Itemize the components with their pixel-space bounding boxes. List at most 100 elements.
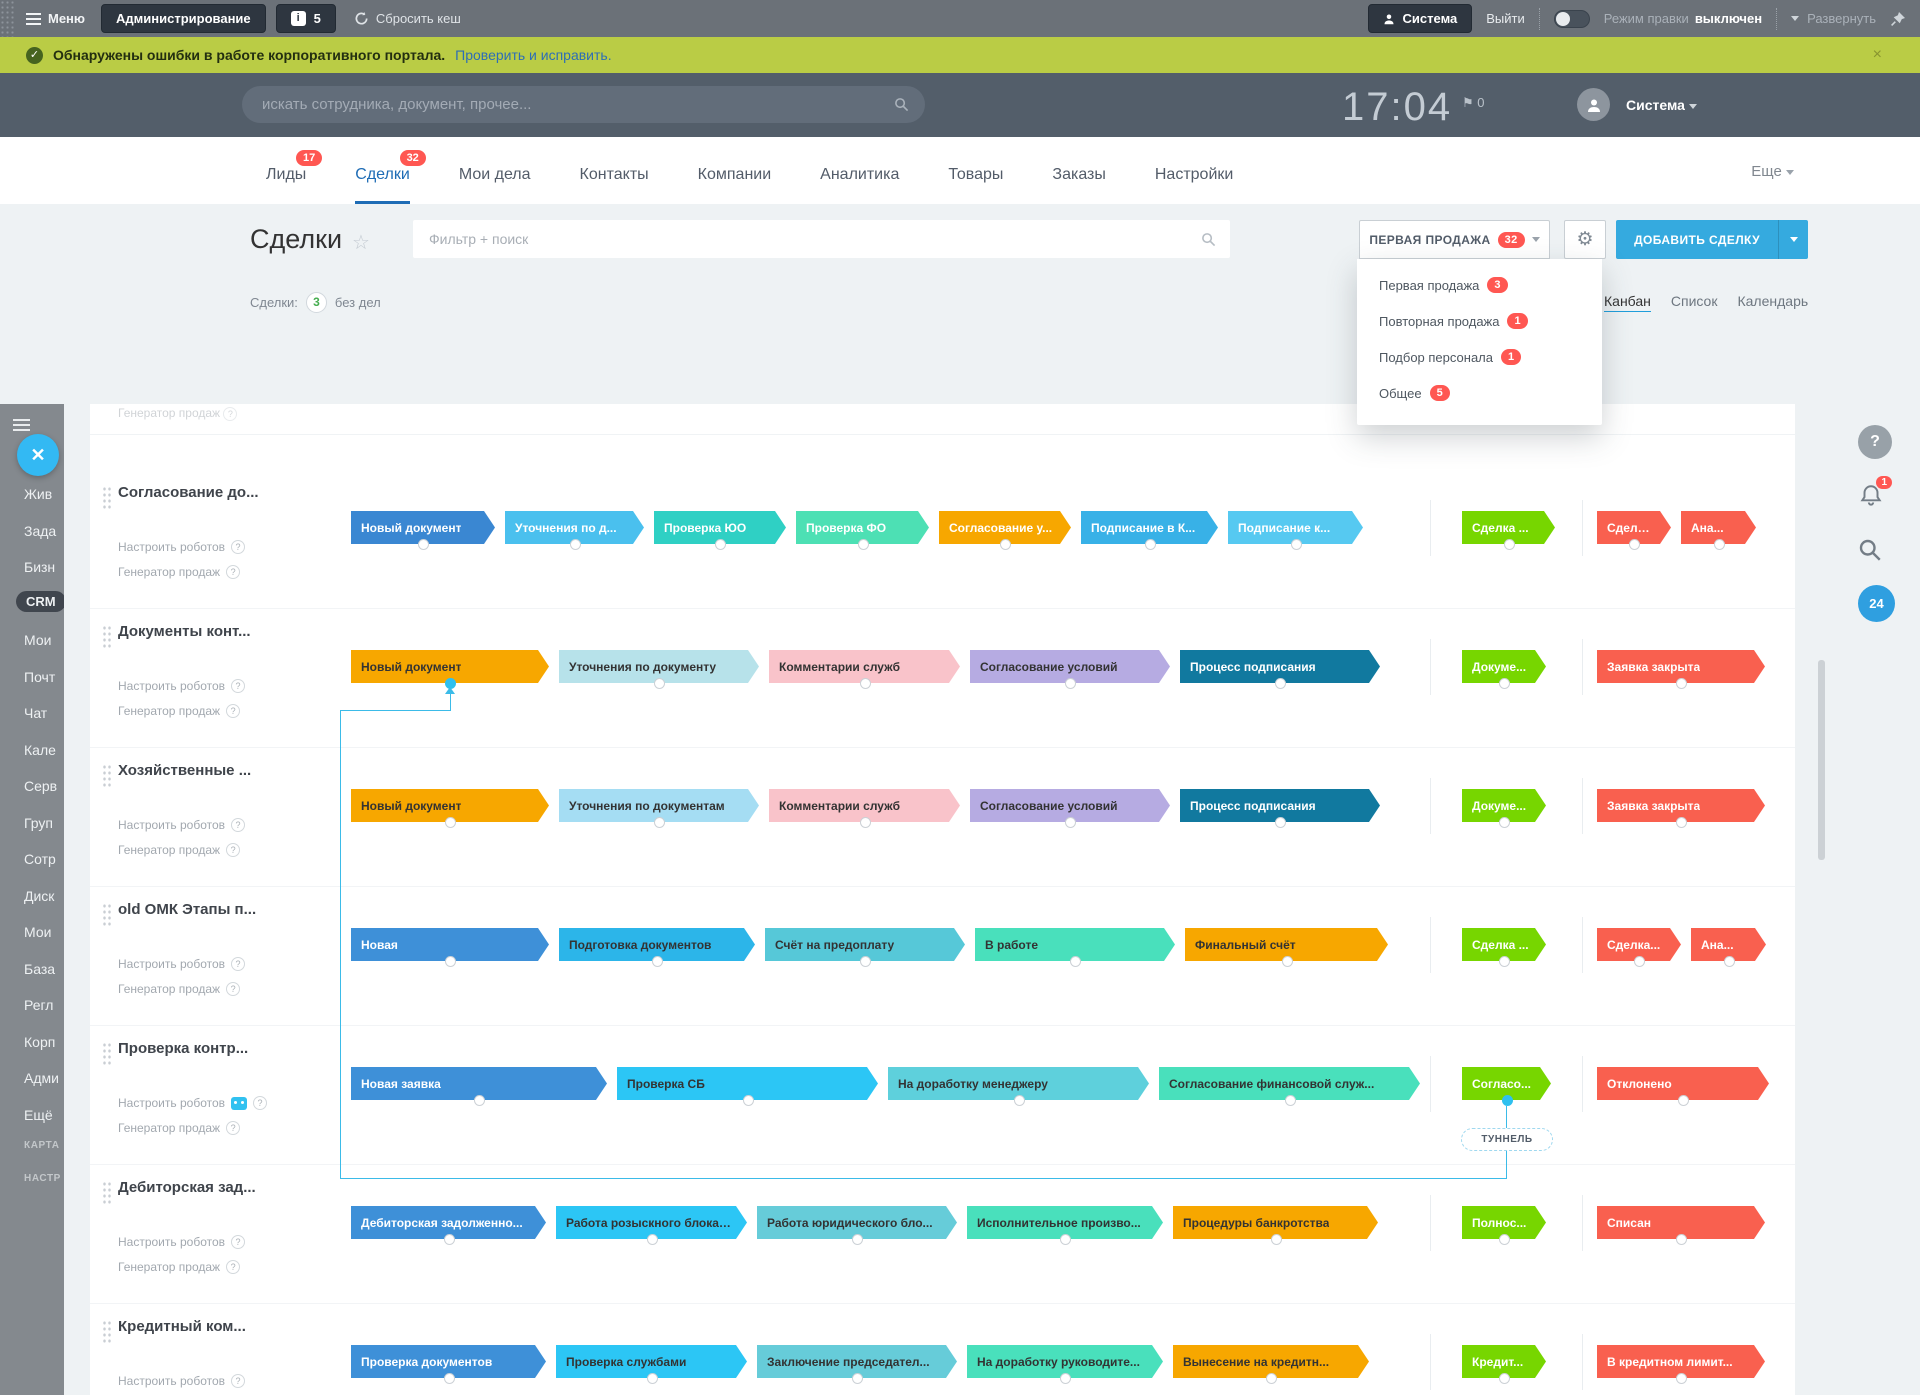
stage-chip[interactable]: Уточнения по документу	[559, 650, 759, 683]
stage-chip[interactable]: В работе	[975, 928, 1175, 961]
stage-handle[interactable]	[1060, 1373, 1071, 1384]
sidebar-footer-НАСТР[interactable]: НАСТР	[24, 1173, 61, 1184]
stage-chip[interactable]: Счёт на предоплату	[765, 928, 965, 961]
drag-handle-icon[interactable]	[102, 764, 111, 788]
vertical-scrollbar[interactable]	[1818, 660, 1825, 860]
stage-chip[interactable]: Проверка документов	[351, 1345, 546, 1378]
stage-chip[interactable]: Проверка ФО	[796, 511, 929, 544]
stage-handle[interactable]	[860, 956, 871, 967]
stage-handle[interactable]	[1014, 1095, 1025, 1106]
stage-chip[interactable]: Новый документ	[351, 511, 495, 544]
configure-robots-link[interactable]: Настроить роботов?	[118, 679, 245, 693]
stage-chip[interactable]: Новый документ	[351, 789, 549, 822]
stage-handle[interactable]	[570, 539, 581, 550]
stage-handle[interactable]	[647, 1373, 658, 1384]
stage-handle[interactable]	[1271, 1234, 1282, 1245]
question-badge[interactable]: ?	[226, 843, 240, 857]
tab-Товары[interactable]: Товары	[948, 166, 1003, 204]
pipeline-title[interactable]: Дебиторская зад...	[118, 1179, 256, 1196]
stage-chip[interactable]: Согласование у...	[939, 511, 1071, 544]
sidebar-item-Почт[interactable]: Почт	[24, 669, 55, 685]
stage-chip[interactable]: Подписание в К...	[1081, 511, 1218, 544]
sidebar-item-Бизн[interactable]: Бизн	[24, 559, 55, 575]
stage-chip[interactable]: Подписание к...	[1228, 511, 1363, 544]
stage-handle[interactable]	[1676, 1373, 1687, 1384]
stage-chip[interactable]: Ана...	[1681, 511, 1756, 544]
system-user-button[interactable]: Система	[1368, 4, 1473, 33]
sidebar-close-button[interactable]: ✕	[17, 434, 59, 476]
stage-handle[interactable]	[1275, 678, 1286, 689]
stage-handle[interactable]	[1504, 539, 1515, 550]
stage-chip[interactable]: Процесс подписания	[1180, 789, 1380, 822]
sidebar-item-Регл[interactable]: Регл	[24, 997, 53, 1013]
stage-chip[interactable]: Ана...	[1691, 928, 1766, 961]
sidebar-item-База[interactable]: База	[24, 961, 55, 977]
deals-counter-suffix[interactable]: без дел	[335, 295, 381, 310]
stage-chip[interactable]: Заявка закрыта	[1597, 650, 1765, 683]
deals-counter-badge[interactable]: 3	[306, 292, 327, 313]
configure-robots-link[interactable]: Настроить роботов?	[118, 818, 245, 832]
stage-handle[interactable]	[1634, 956, 1645, 967]
search-widget-button[interactable]	[1858, 538, 1882, 567]
sidebar-item-Серв[interactable]: Серв	[24, 778, 57, 794]
stage-handle[interactable]	[1714, 539, 1725, 550]
current-user-menu[interactable]: Система	[1626, 97, 1697, 113]
pipeline-title[interactable]: Кредитный ком...	[118, 1318, 246, 1335]
filter-search-input[interactable]	[429, 231, 1201, 247]
stage-handle[interactable]	[1065, 678, 1076, 689]
stage-chip[interactable]: Уточнения по д...	[505, 511, 644, 544]
stage-handle[interactable]	[1676, 1234, 1687, 1245]
stage-handle[interactable]	[852, 1373, 863, 1384]
stage-chip[interactable]: Согласование условий	[970, 650, 1170, 683]
view-Список[interactable]: Список	[1671, 293, 1718, 312]
star-icon[interactable]: ☆	[352, 230, 370, 255]
stage-handle[interactable]	[1499, 1373, 1510, 1384]
stage-handle[interactable]	[1285, 1095, 1296, 1106]
stage-chip[interactable]: Финальный счёт	[1185, 928, 1388, 961]
configure-robots-link[interactable]: Настроить роботов?	[118, 1235, 245, 1249]
filter-search[interactable]	[413, 220, 1230, 258]
configure-robots-link[interactable]: Настроить роботов?	[118, 957, 245, 971]
stage-handle[interactable]	[1065, 817, 1076, 828]
stage-handle[interactable]	[444, 1373, 455, 1384]
dropdown-item[interactable]: Первая продажа3	[1357, 267, 1602, 303]
pipeline-title[interactable]: Документы конт...	[118, 623, 251, 640]
drag-handle-icon[interactable]	[102, 1042, 111, 1066]
tab-Сделки[interactable]: Сделки32	[355, 166, 410, 204]
stage-handle[interactable]	[1070, 956, 1081, 967]
stage-chip[interactable]: Вынесение на кредитн...	[1173, 1345, 1369, 1378]
pipeline-title[interactable]: Хозяйственные ...	[118, 762, 251, 779]
sidebar-item-Ещё[interactable]: Ещё	[24, 1107, 53, 1123]
counter-widget[interactable]: 24	[1858, 585, 1895, 622]
notifications-count-button[interactable]: i 5	[276, 4, 336, 33]
stage-chip[interactable]: Сделка ...	[1462, 928, 1546, 961]
add-deal-button[interactable]: ДОБАВИТЬ СДЕЛКУ	[1616, 220, 1808, 259]
stage-chip[interactable]: Процесс подписания	[1180, 650, 1380, 683]
stage-chip[interactable]: Комментарии служб	[769, 789, 960, 822]
sales-generator-link[interactable]: Генератор продаж?	[118, 843, 240, 857]
stage-handle[interactable]	[1499, 956, 1510, 967]
stage-chip[interactable]: Докуме...	[1462, 789, 1546, 822]
stage-handle[interactable]	[1282, 956, 1293, 967]
stage-handle[interactable]	[1499, 678, 1510, 689]
stage-chip[interactable]: На доработку руководите...	[967, 1345, 1163, 1378]
tab-Настройки[interactable]: Настройки	[1155, 166, 1233, 204]
question-badge[interactable]: ?	[231, 679, 245, 693]
drag-handle-icon[interactable]	[102, 1320, 111, 1344]
menu-button[interactable]: Меню	[26, 10, 85, 28]
pipeline-title[interactable]: Согласование до...	[118, 484, 259, 501]
sales-generator-link[interactable]: Генератор продаж?	[118, 1260, 240, 1274]
stage-chip[interactable]: На доработку менеджеру	[888, 1067, 1149, 1100]
stage-handle[interactable]	[1629, 539, 1640, 550]
dropdown-item[interactable]: Общее5	[1357, 375, 1602, 411]
question-badge[interactable]: ?	[226, 565, 240, 579]
tab-Компании[interactable]: Компании	[698, 166, 772, 204]
drag-handle-icon[interactable]	[102, 1181, 111, 1205]
sidebar-item-Мои[interactable]: Мои	[24, 632, 51, 648]
stage-handle[interactable]	[1502, 1095, 1513, 1106]
stage-chip[interactable]: Работа юридического бло...	[757, 1206, 957, 1239]
tab-Мои дела[interactable]: Мои дела	[459, 166, 531, 204]
stage-chip[interactable]: Докуме...	[1462, 650, 1546, 683]
stage-chip[interactable]: Сделка...	[1597, 511, 1671, 544]
stage-chip[interactable]: Подготовка документов	[559, 928, 755, 961]
